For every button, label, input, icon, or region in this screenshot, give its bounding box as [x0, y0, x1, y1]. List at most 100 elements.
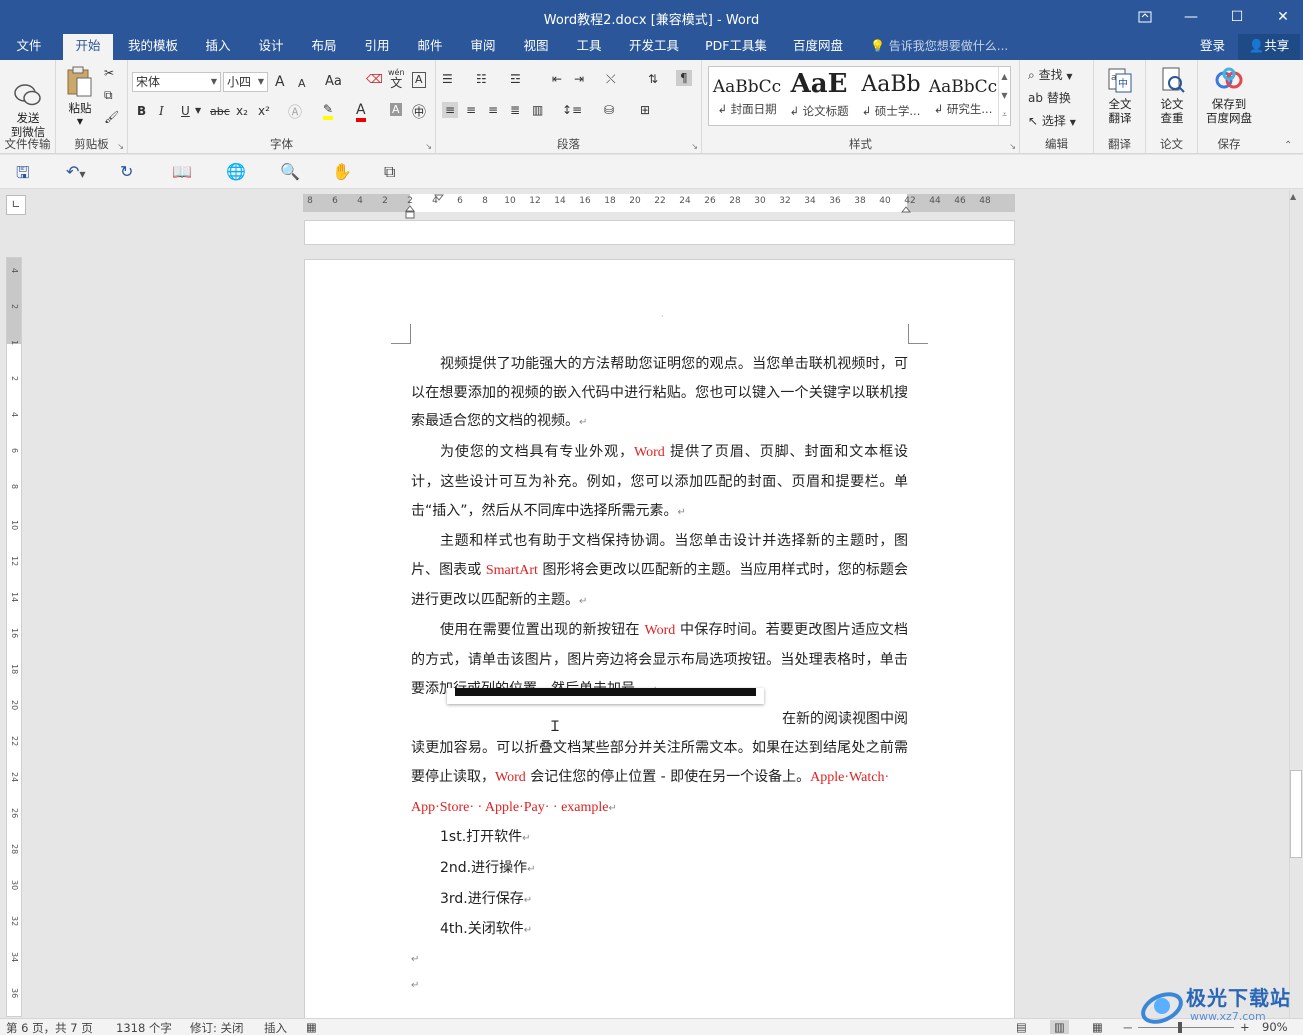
char-shading-button[interactable]: A	[390, 103, 402, 116]
style-cover-date[interactable]: AaBbCc ↲ 封面日期	[711, 69, 783, 123]
print-layout-view-icon[interactable]: ▥	[1050, 1020, 1069, 1034]
macro-icon[interactable]: ▦	[306, 1020, 317, 1034]
format-painter-button[interactable]: 🖌	[104, 110, 119, 124]
inline-picture[interactable]	[447, 688, 764, 704]
page-count[interactable]: 第 6 页，共 7 页	[6, 1020, 93, 1035]
tab-developer[interactable]: 开发工具	[620, 34, 688, 60]
borders-button[interactable]: ⊞	[640, 103, 650, 117]
dialog-launcher-icon[interactable]: ↘	[1009, 142, 1016, 151]
underline-dropdown-icon[interactable]: ▼	[195, 106, 201, 115]
align-center-button[interactable]: ≡	[466, 103, 476, 117]
zoom-out-button[interactable]: －	[1122, 1020, 1134, 1035]
undo-button[interactable]: ↶▼	[66, 162, 86, 181]
style-master-degree[interactable]: AaBb ↲ 硕士学...	[855, 69, 927, 123]
chevron-up-icon[interactable]: ▲	[999, 67, 1010, 86]
customize-qat-button[interactable]: ⧉	[384, 162, 395, 182]
insert-mode[interactable]: 插入	[264, 1020, 287, 1035]
align-right-button[interactable]: ≡	[488, 103, 498, 117]
bold-button[interactable]: B	[137, 104, 146, 118]
copy-button[interactable]: ⧉	[104, 88, 113, 103]
maximize-button[interactable]: ☐	[1214, 0, 1260, 34]
superscript-button[interactable]: x²	[258, 104, 270, 118]
tab-design[interactable]: 设计	[249, 34, 293, 60]
minimize-button[interactable]: —	[1168, 0, 1214, 34]
word-count[interactable]: 1318 个字	[116, 1020, 172, 1035]
dialog-launcher-icon[interactable]: ↘	[425, 142, 432, 151]
tab-review[interactable]: 审阅	[461, 34, 505, 60]
show-marks-button[interactable]: ¶	[676, 70, 692, 86]
shrink-font-button[interactable]: A	[298, 77, 306, 90]
revision-status[interactable]: 修订: 关闭	[190, 1020, 244, 1035]
font-size-combo[interactable]: 小四 ▼	[223, 72, 268, 92]
replace-button[interactable]: ab 替换	[1028, 89, 1071, 106]
enclose-char-button[interactable]: ㊥	[412, 102, 426, 122]
highlight-button[interactable]: ✎	[323, 102, 334, 120]
read-mode-view-icon[interactable]: ▤	[1016, 1020, 1027, 1034]
redo-button[interactable]: ↻	[120, 162, 133, 181]
tell-me-box[interactable]: 💡 告诉我您想要做什么...	[870, 34, 1008, 60]
style-graduate[interactable]: AaBbCc ↲ 研究生...	[927, 69, 999, 123]
full-translate-button[interactable]: 中a 全文 翻译	[1098, 66, 1142, 125]
scrollbar-thumb[interactable]	[1290, 770, 1302, 858]
clear-format-button[interactable]: ⌫	[366, 72, 383, 86]
distributed-button[interactable]: ▥	[532, 103, 543, 117]
login-button[interactable]: 登录	[1200, 34, 1225, 58]
tab-my-templates[interactable]: 我的模板	[120, 34, 186, 60]
char-border-button[interactable]: A	[412, 72, 426, 88]
line-spacing-button[interactable]: ↕≡	[562, 103, 582, 117]
tab-layout[interactable]: 布局	[302, 34, 346, 60]
save-to-netdisk-button[interactable]: 保存到 百度网盘	[1200, 66, 1258, 125]
styles-scroll[interactable]: ▲ ▼ ⩡	[998, 67, 1010, 125]
left-indent-marker[interactable]	[404, 205, 416, 219]
tab-baidu-netdisk[interactable]: 百度网盘	[784, 34, 852, 60]
decrease-indent-button[interactable]: ⇤	[552, 72, 562, 86]
sort-button[interactable]: ⇅	[648, 72, 658, 86]
share-button[interactable]: 👤共享	[1238, 34, 1300, 60]
save-button[interactable]: 🖫	[16, 162, 30, 189]
scroll-up-icon[interactable]: ▲	[1290, 192, 1296, 201]
font-name-combo[interactable]: 宋体 ▼	[132, 72, 221, 92]
tab-file[interactable]: 文件	[0, 34, 58, 60]
dialog-launcher-icon[interactable]: ↘	[117, 142, 124, 151]
web-layout-button[interactable]: 🌐	[226, 162, 246, 181]
collapse-ribbon-icon[interactable]: ⌃	[1284, 140, 1292, 151]
close-button[interactable]: ✕	[1260, 0, 1303, 34]
vertical-scrollbar[interactable]	[1289, 190, 1303, 1018]
asian-layout-button[interactable]: ⤬	[606, 72, 616, 87]
tab-home[interactable]: 开始	[63, 34, 113, 60]
tab-tools[interactable]: 工具	[567, 34, 611, 60]
align-left-button[interactable]: ≡	[442, 102, 459, 118]
tab-references[interactable]: 引用	[355, 34, 399, 60]
more-icon[interactable]: ⩡	[999, 105, 1010, 124]
underline-button[interactable]: U	[181, 104, 190, 118]
text-effects-button[interactable]: Ⓐ	[288, 102, 302, 122]
tab-insert[interactable]: 插入	[196, 34, 240, 60]
style-paper-title[interactable]: AaE ↲ 论文标题	[783, 69, 855, 123]
select-button[interactable]: ↖ 选择 ▼	[1028, 112, 1076, 129]
tab-mailings[interactable]: 邮件	[408, 34, 452, 60]
grow-font-button[interactable]: A	[275, 74, 285, 90]
tab-stop-selector[interactable]: ∟	[6, 195, 26, 215]
right-indent-marker[interactable]	[900, 205, 912, 215]
numbering-button[interactable]: ☷	[476, 72, 487, 86]
ribbon-display-button[interactable]	[1122, 0, 1168, 34]
first-line-indent-marker[interactable]	[433, 193, 445, 203]
justify-button[interactable]: ≣	[510, 103, 520, 117]
dialog-launcher-icon[interactable]: ↘	[691, 142, 698, 151]
tab-pdf-tools[interactable]: PDF工具集	[698, 34, 774, 60]
font-color-button[interactable]: A	[356, 102, 366, 122]
bullets-button[interactable]: ☰	[442, 72, 453, 86]
phonetic-guide-button[interactable]: wén 文	[388, 68, 405, 89]
change-case-button[interactable]: Aa	[325, 74, 342, 89]
strikethrough-button[interactable]: abc	[210, 105, 230, 118]
paper-check-button[interactable]: 论文 查重	[1150, 66, 1194, 125]
shading-button[interactable]: ⛁	[604, 103, 614, 117]
web-layout-view-icon[interactable]: ▦	[1092, 1020, 1103, 1034]
chevron-down-icon[interactable]: ▼	[999, 86, 1010, 105]
paste-button[interactable]: 粘贴 ▼	[60, 66, 100, 129]
print-preview-button[interactable]: 🔍	[280, 162, 300, 181]
subscript-button[interactable]: x₂	[236, 104, 248, 118]
cut-button[interactable]: ✂	[104, 66, 114, 80]
reading-mode-button[interactable]: 📖	[172, 162, 192, 181]
italic-button[interactable]: I	[159, 104, 164, 118]
